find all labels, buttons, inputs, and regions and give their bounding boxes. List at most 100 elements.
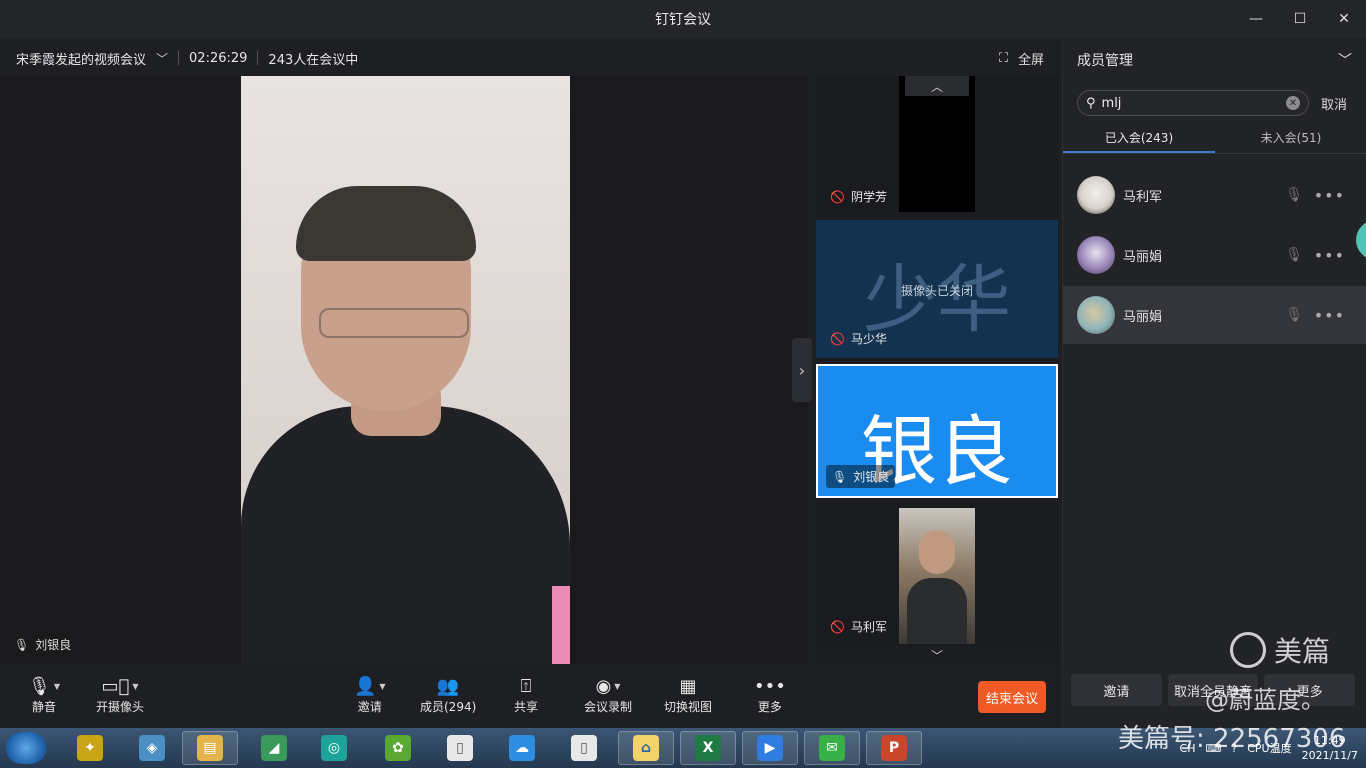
speaker-glasses xyxy=(319,308,469,338)
close-icon[interactable]: ✕ xyxy=(1322,0,1366,38)
attendee-count: 243人在会议中 xyxy=(268,52,359,68)
fullscreen-label: 全屏 xyxy=(1017,52,1044,68)
record-icon: ◉ xyxy=(595,675,612,697)
share-button[interactable]: ⍐ 共享 xyxy=(514,674,538,715)
more-options-icon[interactable]: ••• xyxy=(1314,306,1345,325)
avatar xyxy=(1077,236,1115,274)
watermark-brand-text: 美篇 xyxy=(1274,635,1331,668)
taskbar-cloud-icon[interactable]: ☁ xyxy=(494,731,550,765)
mic-muted-icon[interactable]: 🎙 xyxy=(1285,307,1303,323)
caret-down-icon[interactable]: ▼ xyxy=(54,682,60,691)
invite-button[interactable]: 邀请 xyxy=(1071,674,1162,706)
taskbar-app-icon[interactable]: ◈ xyxy=(124,731,180,765)
participant-body xyxy=(907,578,967,644)
main-video-feed xyxy=(241,76,570,664)
watermark-author: @蔚蓝度。 xyxy=(1205,686,1325,714)
mic-muted-icon: 🚫 xyxy=(830,619,845,634)
meeting-duration: 02:26:29 xyxy=(189,50,248,66)
watermark-id: 美篇号: 22567306 xyxy=(1118,724,1346,754)
chevron-down-icon[interactable]: ﹀ xyxy=(1338,50,1352,70)
scroll-up-icon[interactable]: ︿ xyxy=(905,76,969,96)
switch-view-button[interactable]: ▦ 切换视图 xyxy=(664,674,712,715)
taskbar-explorer-icon[interactable]: ▤ xyxy=(182,731,238,765)
panel-title: 成员管理 xyxy=(1077,53,1133,69)
tab-joined[interactable]: 已入会(243) xyxy=(1063,124,1215,153)
maximize-icon[interactable]: ☐ xyxy=(1278,0,1322,38)
taskbar-wechat-icon[interactable]: ✉ xyxy=(804,731,860,765)
thumbnail-label: 🚫 阴学芳 xyxy=(824,185,893,208)
microphone-icon: 🎙 xyxy=(832,469,848,484)
taskbar-excel-icon[interactable]: X xyxy=(680,731,736,765)
invite-toolbar-button[interactable]: 👤 ▼ 邀请 xyxy=(354,674,386,715)
thumbnail-tile[interactable]: 少华 摄像头已关闭 🚫 马少华 xyxy=(816,220,1058,358)
add-user-icon: 👤 xyxy=(354,675,377,697)
member-tabs: 已入会(243) 未入会(51) xyxy=(1063,124,1366,154)
caret-down-icon[interactable]: ▼ xyxy=(379,682,385,691)
collapse-thumbnails-button[interactable]: › xyxy=(792,338,812,402)
search-value: mlj xyxy=(1101,95,1122,111)
fullscreen-button[interactable]: ⛶ 全屏 xyxy=(999,40,1044,76)
caret-down-icon[interactable]: ▼ xyxy=(132,682,138,691)
more-label: 更多 xyxy=(757,700,782,714)
camera-label: 开摄像头 xyxy=(96,700,145,714)
taskbar-powerpoint-icon[interactable]: P xyxy=(866,731,922,765)
member-row[interactable]: 马丽娟 🎙 ••• xyxy=(1063,226,1366,284)
mic-muted-icon: 🚫 xyxy=(830,331,845,346)
taskbar-app-icon[interactable]: ◢ xyxy=(246,731,302,765)
record-button[interactable]: ◉ ▼ 会议录制 xyxy=(584,674,632,715)
mute-button[interactable]: 🎙 ▼ 静音 xyxy=(28,674,60,715)
members-label: 成员(294) xyxy=(420,700,477,714)
meeting-window: 钉钉会议 — ☐ ✕ 宋季霞发起的视频会议 ﹀ 02:26:29 243人在会议… xyxy=(0,0,1366,728)
more-options-icon[interactable]: ••• xyxy=(1314,186,1345,205)
participant-name: 刘银良 xyxy=(853,470,890,484)
chevron-down-icon[interactable]: ﹀ xyxy=(156,50,168,67)
more-toolbar-button[interactable]: ••• 更多 xyxy=(754,674,786,715)
taskbar-app-icon[interactable]: ✦ xyxy=(62,731,118,765)
tab-not-joined[interactable]: 未入会(51) xyxy=(1215,124,1366,153)
speaker-hair xyxy=(296,186,476,261)
taskbar-file-icon[interactable]: ▯ xyxy=(556,731,612,765)
microphone-icon: 🎙 xyxy=(14,637,30,652)
end-meeting-button[interactable]: 结束会议 xyxy=(978,681,1046,713)
meeting-info-bar: 宋季霞发起的视频会议 ﹀ 02:26:29 243人在会议中 ⛶ 全屏 xyxy=(0,40,1060,76)
microphone-icon: 🎙 xyxy=(28,675,51,697)
camera-button[interactable]: ▭⃥ ▼ 开摄像头 xyxy=(96,674,144,715)
thumbnail-tile[interactable]: 🚫 马利军 xyxy=(816,504,1058,646)
member-name: 马丽娟 xyxy=(1123,249,1163,265)
brand-logo-icon xyxy=(1230,632,1266,668)
mic-muted-icon[interactable]: 🎙 xyxy=(1285,187,1303,203)
member-row[interactable]: 马利军 🎙 ••• xyxy=(1063,166,1366,224)
caret-down-icon[interactable]: ▼ xyxy=(614,682,620,691)
thumbnail-tile-active[interactable]: 银良 🎙 刘银良 xyxy=(816,364,1058,498)
members-button[interactable]: 👥 成员(294) xyxy=(420,674,476,715)
member-row[interactable]: 马丽娟 🎙 ••• xyxy=(1063,286,1366,344)
taskbar-app-icon[interactable]: ◎ xyxy=(306,731,362,765)
mic-muted-icon[interactable]: 🎙 xyxy=(1285,247,1303,263)
thumbnail-label: 🚫 马利军 xyxy=(824,615,893,638)
cancel-search-button[interactable]: 取消 xyxy=(1321,94,1347,113)
members-icon: 👥 xyxy=(436,675,460,697)
taskbar-app-icon[interactable]: ⌂ xyxy=(618,731,674,765)
window-title: 钉钉会议 xyxy=(655,12,711,28)
divider xyxy=(257,51,259,65)
taskbar-file-icon[interactable]: ▯ xyxy=(432,731,488,765)
minimize-icon[interactable]: — xyxy=(1234,0,1278,38)
scroll-down-icon[interactable]: ﹀ xyxy=(905,646,969,664)
member-name: 马利军 xyxy=(1123,189,1163,205)
share-label: 共享 xyxy=(514,700,539,714)
taskbar-meeting-icon[interactable]: ▶ xyxy=(742,731,798,765)
meeting-title[interactable]: 宋季霞发起的视频会议 xyxy=(16,49,146,68)
participant-name: 阴学芳 xyxy=(850,190,887,204)
clear-search-icon[interactable]: ✕ xyxy=(1286,96,1300,110)
start-button[interactable] xyxy=(6,732,46,764)
taskbar-app-icon[interactable]: ✿ xyxy=(370,731,426,765)
thumbnail-tile[interactable]: ︿ 🚫 阴学芳 xyxy=(816,76,1058,216)
participant-face xyxy=(919,530,955,574)
member-search-input[interactable]: ⚲ mlj ✕ xyxy=(1077,90,1309,116)
record-label: 会议录制 xyxy=(584,700,633,714)
more-options-icon[interactable]: ••• xyxy=(1314,246,1345,265)
switch-view-label: 切换视图 xyxy=(664,700,713,714)
search-icon: ⚲ xyxy=(1086,95,1096,111)
member-name: 马丽娟 xyxy=(1123,309,1163,325)
main-video-stage[interactable]: 🎙 刘银良 xyxy=(0,76,808,664)
